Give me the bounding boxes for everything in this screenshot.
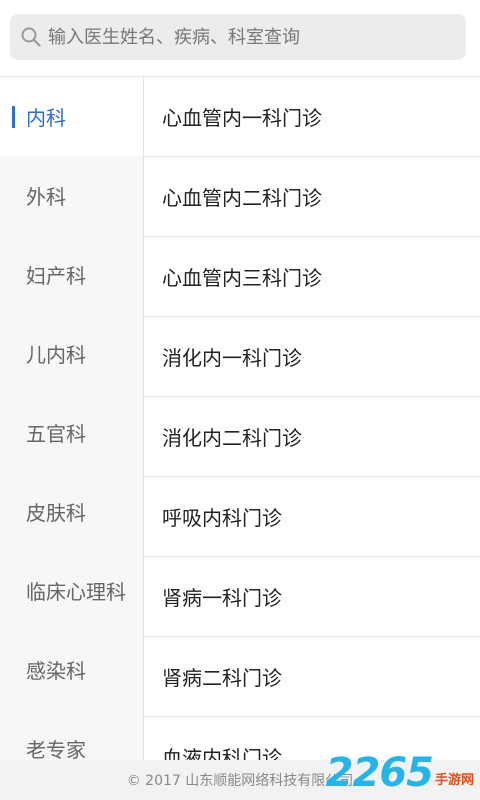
sidebar-item-2[interactable]: 妇产科 [0, 235, 143, 314]
sidebar-item-label: 内科 [26, 106, 66, 130]
sidebar-item-label: 临床心理科 [26, 580, 126, 604]
search-bar [0, 0, 480, 77]
clinic-item-label: 呼吸内科门诊 [162, 506, 282, 530]
sidebar-item-label: 感染科 [26, 659, 86, 683]
sidebar-item-label: 儿内科 [26, 343, 86, 367]
clinic-item-label: 消化内一科门诊 [162, 346, 302, 370]
search-input[interactable] [48, 17, 466, 57]
clinic-item[interactable]: 消化内二科门诊 [144, 397, 480, 477]
sidebar-item-label: 妇产科 [26, 264, 86, 288]
sidebar-item-label: 五官科 [26, 422, 86, 446]
sidebar-item-label: 皮肤科 [26, 501, 86, 525]
watermark-number: 2265 [325, 750, 434, 796]
clinic-item-label: 心血管内三科门诊 [162, 266, 322, 290]
sidebar-item-6[interactable]: 临床心理科 [0, 551, 143, 630]
clinic-item[interactable]: 心血管内一科门诊 [144, 77, 480, 157]
clinic-item-label: 心血管内二科门诊 [162, 186, 322, 210]
watermark-text: 手游网 [434, 773, 474, 788]
search-box[interactable] [10, 14, 466, 60]
clinic-list: 心血管内一科门诊 心血管内二科门诊 心血管内三科门诊 消化内一科门诊 消化内二科门诊 呼吸… [144, 77, 480, 760]
sidebar-item-8[interactable]: 老专家 [0, 709, 143, 760]
copyright-text: © 2017 山东顺能网络科技有限公司 [126, 773, 354, 789]
sidebar-item-5[interactable]: 皮肤科 [0, 472, 143, 551]
clinic-item[interactable]: 心血管内三科门诊 [144, 237, 480, 317]
clinic-item-label: 肾病二科门诊 [162, 666, 282, 690]
clinic-item-label: 血液内科门诊 [162, 746, 282, 760]
clinic-item-label: 消化内二科门诊 [162, 426, 302, 450]
sidebar-item-3[interactable]: 儿内科 [0, 314, 143, 393]
clinic-item[interactable]: 肾病二科门诊 [144, 637, 480, 717]
sidebar-item-label: 外科 [26, 185, 66, 209]
active-indicator [12, 106, 15, 128]
clinic-item-label: 心血管内一科门诊 [162, 106, 322, 130]
clinic-item[interactable]: 心血管内二科门诊 [144, 157, 480, 237]
watermark-logo: 2265 手游网 [326, 748, 474, 798]
sidebar-item-label: 老专家 [26, 738, 86, 760]
clinic-item[interactable]: 消化内一科门诊 [144, 317, 480, 397]
department-sidebar: 内科外科妇产科儿内科五官科皮肤科临床心理科感染科老专家 [0, 77, 144, 760]
clinic-item[interactable]: 呼吸内科门诊 [144, 477, 480, 557]
clinic-item-label: 肾病一科门诊 [162, 586, 282, 610]
sidebar-item-1[interactable]: 外科 [0, 156, 143, 235]
sidebar-item-0[interactable]: 内科 [0, 77, 143, 156]
search-icon [21, 27, 41, 47]
sidebar-item-4[interactable]: 五官科 [0, 393, 143, 472]
sidebar-item-7[interactable]: 感染科 [0, 630, 143, 709]
clinic-item[interactable]: 肾病一科门诊 [144, 557, 480, 637]
